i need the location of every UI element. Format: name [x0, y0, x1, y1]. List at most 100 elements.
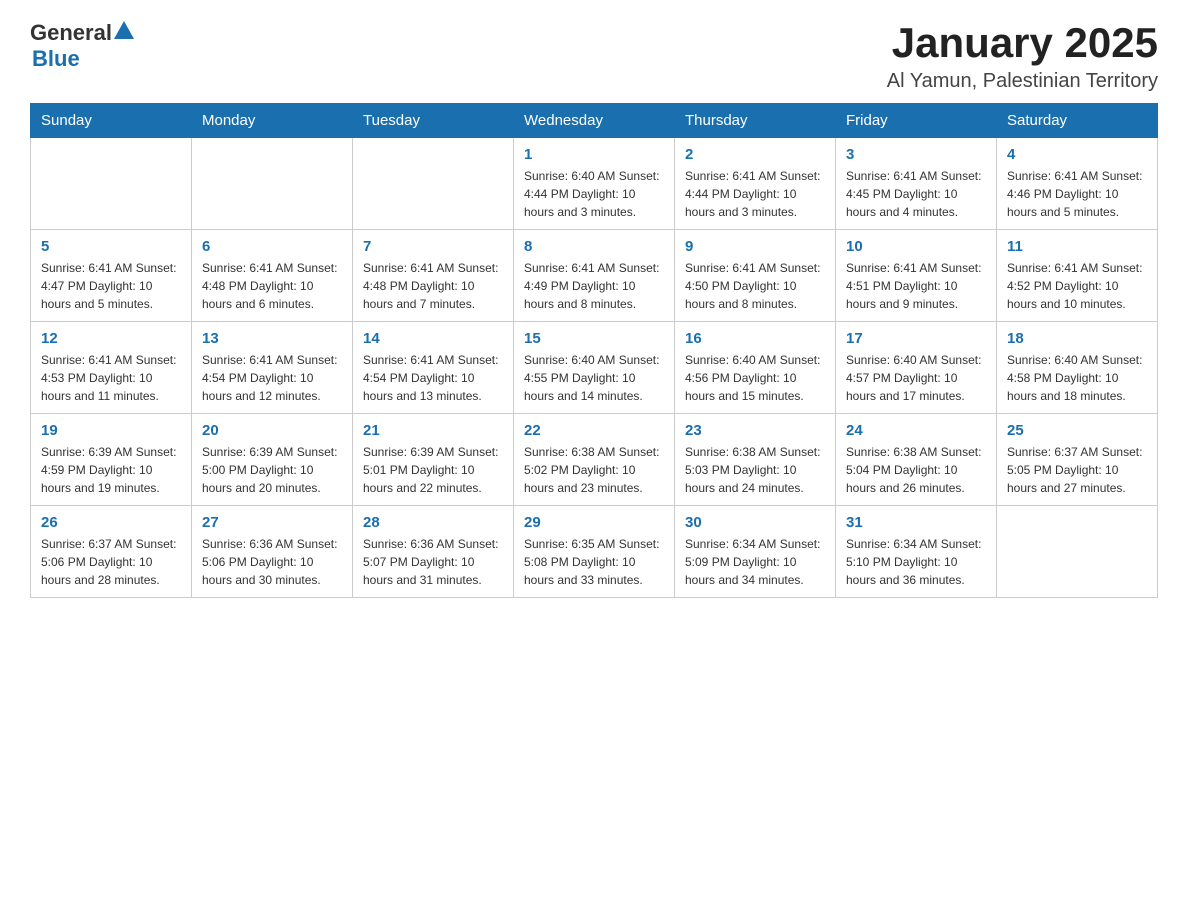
- day-info: Sunrise: 6:35 AM Sunset: 5:08 PM Dayligh…: [524, 535, 664, 589]
- calendar-cell: 26 Sunrise: 6:37 AM Sunset: 5:06 PM Dayli…: [31, 506, 192, 598]
- calendar-cell: 25 Sunrise: 6:37 AM Sunset: 5:05 PM Dayli…: [997, 414, 1158, 506]
- day-info: Sunrise: 6:34 AM Sunset: 5:09 PM Dayligh…: [685, 535, 825, 589]
- calendar-week-row: 1 Sunrise: 6:40 AM Sunset: 4:44 PM Daylig…: [31, 138, 1158, 230]
- day-info: Sunrise: 6:41 AM Sunset: 4:44 PM Dayligh…: [685, 167, 825, 221]
- calendar-cell: 14 Sunrise: 6:41 AM Sunset: 4:54 PM Dayli…: [353, 322, 514, 414]
- weekday-header-thursday: Thursday: [675, 104, 836, 138]
- calendar-cell: 13 Sunrise: 6:41 AM Sunset: 4:54 PM Dayli…: [192, 322, 353, 414]
- day-info: Sunrise: 6:41 AM Sunset: 4:50 PM Dayligh…: [685, 259, 825, 313]
- weekday-header-sunday: Sunday: [31, 104, 192, 138]
- weekday-header-saturday: Saturday: [997, 104, 1158, 138]
- calendar-week-row: 19 Sunrise: 6:39 AM Sunset: 4:59 PM Dayli…: [31, 414, 1158, 506]
- day-number: 3: [846, 146, 986, 163]
- calendar-cell: 24 Sunrise: 6:38 AM Sunset: 5:04 PM Dayli…: [836, 414, 997, 506]
- day-number: 25: [1007, 422, 1147, 439]
- day-info: Sunrise: 6:38 AM Sunset: 5:02 PM Dayligh…: [524, 443, 664, 497]
- calendar-cell: 1 Sunrise: 6:40 AM Sunset: 4:44 PM Daylig…: [514, 138, 675, 230]
- logo-blue-text: Blue: [32, 46, 134, 72]
- month-title: January 2025: [887, 20, 1158, 66]
- day-number: 9: [685, 238, 825, 255]
- day-info: Sunrise: 6:40 AM Sunset: 4:44 PM Dayligh…: [524, 167, 664, 221]
- day-info: Sunrise: 6:41 AM Sunset: 4:53 PM Dayligh…: [41, 351, 181, 405]
- day-info: Sunrise: 6:37 AM Sunset: 5:06 PM Dayligh…: [41, 535, 181, 589]
- calendar-cell: 6Sunrise: 6:41 AM Sunset: 4:48 PM Daylig…: [192, 230, 353, 322]
- day-info: Sunrise: 6:41 AM Sunset: 4:45 PM Dayligh…: [846, 167, 986, 221]
- day-number: 29: [524, 514, 664, 531]
- day-number: 24: [846, 422, 986, 439]
- day-number: 30: [685, 514, 825, 531]
- calendar-cell: 20 Sunrise: 6:39 AM Sunset: 5:00 PM Dayli…: [192, 414, 353, 506]
- day-number: 6: [202, 238, 342, 255]
- title-section: January 2025 Al Yamun, Palestinian Terri…: [887, 20, 1158, 93]
- day-info: Sunrise: 6:39 AM Sunset: 5:01 PM Dayligh…: [363, 443, 503, 497]
- day-number: 13: [202, 330, 342, 347]
- day-number: 22: [524, 422, 664, 439]
- calendar-cell: 18 Sunrise: 6:40 AM Sunset: 4:58 PM Dayli…: [997, 322, 1158, 414]
- weekday-header-wednesday: Wednesday: [514, 104, 675, 138]
- day-info: Sunrise: 6:41 AM Sunset: 4:49 PM Dayligh…: [524, 259, 664, 313]
- calendar-cell: 5 Sunrise: 6:41 AM Sunset: 4:47 PM Daylig…: [31, 230, 192, 322]
- calendar-cell: 12 Sunrise: 6:41 AM Sunset: 4:53 PM Dayli…: [31, 322, 192, 414]
- weekday-header-friday: Friday: [836, 104, 997, 138]
- calendar-cell: 21 Sunrise: 6:39 AM Sunset: 5:01 PM Dayli…: [353, 414, 514, 506]
- day-number: 12: [41, 330, 181, 347]
- calendar-table: SundayMondayTuesdayWednesdayThursdayFrid…: [30, 103, 1158, 598]
- calendar-cell: 30 Sunrise: 6:34 AM Sunset: 5:09 PM Dayli…: [675, 506, 836, 598]
- weekday-header-tuesday: Tuesday: [353, 104, 514, 138]
- day-info: Sunrise: 6:41 AM Sunset: 4:54 PM Dayligh…: [202, 351, 342, 405]
- page-header: General Blue January 2025 Al Yamun, Pale…: [30, 20, 1158, 93]
- day-info: Sunrise: 6:41 AM Sunset: 4:46 PM Dayligh…: [1007, 167, 1147, 221]
- day-info: Sunrise: 6:41 AM Sunset: 4:51 PM Dayligh…: [846, 259, 986, 313]
- day-info: Sunrise: 6:36 AM Sunset: 5:07 PM Dayligh…: [363, 535, 503, 589]
- calendar-cell: 11Sunrise: 6:41 AM Sunset: 4:52 PM Dayli…: [997, 230, 1158, 322]
- calendar-cell: 7Sunrise: 6:41 AM Sunset: 4:48 PM Daylig…: [353, 230, 514, 322]
- day-number: 15: [524, 330, 664, 347]
- calendar-cell: 10 Sunrise: 6:41 AM Sunset: 4:51 PM Dayli…: [836, 230, 997, 322]
- logo-general-text: General: [30, 20, 112, 46]
- calendar-cell: 9 Sunrise: 6:41 AM Sunset: 4:50 PM Daylig…: [675, 230, 836, 322]
- day-info: Sunrise: 6:39 AM Sunset: 4:59 PM Dayligh…: [41, 443, 181, 497]
- day-number: 1: [524, 146, 664, 163]
- day-number: 7: [363, 238, 503, 255]
- day-info: Sunrise: 6:41 AM Sunset: 4:54 PM Dayligh…: [363, 351, 503, 405]
- day-info: Sunrise: 6:41 AM Sunset: 4:47 PM Dayligh…: [41, 259, 181, 313]
- day-number: 20: [202, 422, 342, 439]
- calendar-cell: [997, 506, 1158, 598]
- day-info: Sunrise: 6:38 AM Sunset: 5:04 PM Dayligh…: [846, 443, 986, 497]
- day-info: Sunrise: 6:37 AM Sunset: 5:05 PM Dayligh…: [1007, 443, 1147, 497]
- day-number: 26: [41, 514, 181, 531]
- day-info: Sunrise: 6:36 AM Sunset: 5:06 PM Dayligh…: [202, 535, 342, 589]
- day-number: 23: [685, 422, 825, 439]
- day-number: 5: [41, 238, 181, 255]
- day-number: 31: [846, 514, 986, 531]
- calendar-cell: 8Sunrise: 6:41 AM Sunset: 4:49 PM Daylig…: [514, 230, 675, 322]
- calendar-body: 1 Sunrise: 6:40 AM Sunset: 4:44 PM Daylig…: [31, 138, 1158, 598]
- location-title: Al Yamun, Palestinian Territory: [887, 70, 1158, 93]
- calendar-cell: 29 Sunrise: 6:35 AM Sunset: 5:08 PM Dayli…: [514, 506, 675, 598]
- logo: General Blue: [30, 20, 134, 72]
- calendar-cell: 4 Sunrise: 6:41 AM Sunset: 4:46 PM Daylig…: [997, 138, 1158, 230]
- calendar-week-row: 5 Sunrise: 6:41 AM Sunset: 4:47 PM Daylig…: [31, 230, 1158, 322]
- weekday-header-row: SundayMondayTuesdayWednesdayThursdayFrid…: [31, 104, 1158, 138]
- day-number: 14: [363, 330, 503, 347]
- calendar-cell: 3 Sunrise: 6:41 AM Sunset: 4:45 PM Daylig…: [836, 138, 997, 230]
- day-number: 21: [363, 422, 503, 439]
- day-number: 27: [202, 514, 342, 531]
- day-number: 19: [41, 422, 181, 439]
- calendar-week-row: 26 Sunrise: 6:37 AM Sunset: 5:06 PM Dayli…: [31, 506, 1158, 598]
- day-info: Sunrise: 6:40 AM Sunset: 4:58 PM Dayligh…: [1007, 351, 1147, 405]
- day-info: Sunrise: 6:41 AM Sunset: 4:52 PM Dayligh…: [1007, 259, 1147, 313]
- day-number: 17: [846, 330, 986, 347]
- day-number: 2: [685, 146, 825, 163]
- day-number: 18: [1007, 330, 1147, 347]
- calendar-cell: 17Sunrise: 6:40 AM Sunset: 4:57 PM Dayli…: [836, 322, 997, 414]
- logo-triangle-icon: [114, 21, 134, 39]
- calendar-cell: 2 Sunrise: 6:41 AM Sunset: 4:44 PM Daylig…: [675, 138, 836, 230]
- calendar-cell: 15Sunrise: 6:40 AM Sunset: 4:55 PM Dayli…: [514, 322, 675, 414]
- calendar-cell: 16Sunrise: 6:40 AM Sunset: 4:56 PM Dayli…: [675, 322, 836, 414]
- day-info: Sunrise: 6:39 AM Sunset: 5:00 PM Dayligh…: [202, 443, 342, 497]
- day-info: Sunrise: 6:34 AM Sunset: 5:10 PM Dayligh…: [846, 535, 986, 589]
- day-number: 4: [1007, 146, 1147, 163]
- weekday-header-monday: Monday: [192, 104, 353, 138]
- day-number: 10: [846, 238, 986, 255]
